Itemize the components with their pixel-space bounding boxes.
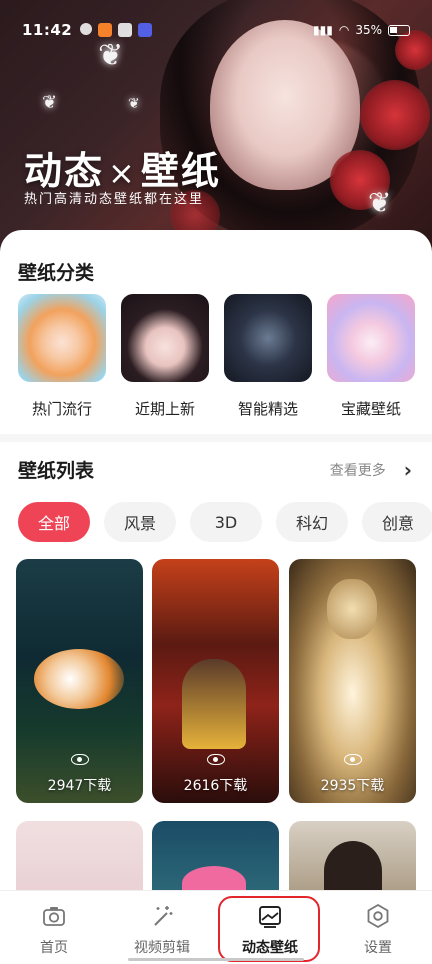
wallpaper-card[interactable]: 2947下载 — [16, 559, 143, 803]
notification-icons — [80, 23, 153, 37]
filter-chip-creative[interactable]: 创意 — [362, 502, 432, 542]
butterfly-icon: ❦ — [42, 92, 58, 113]
signal-icon: ▮▮▮ — [313, 23, 333, 37]
camera-icon — [43, 907, 65, 926]
nav-home[interactable]: 首页 — [0, 891, 108, 964]
category-label: 热门流行 — [31, 400, 92, 418]
download-count: 2935下载 — [320, 778, 385, 794]
category-label: 近期上新 — [134, 400, 195, 418]
category-thumb — [18, 294, 106, 382]
category-thumb — [224, 294, 312, 382]
eye-icon — [343, 754, 362, 765]
butterfly-icon: ❦ — [368, 186, 392, 219]
download-count: 2616下载 — [183, 778, 248, 794]
bottom-nav: 首页 视频剪辑 动态壁纸 设置 — [0, 890, 432, 964]
filter-chips: 全部 风景 3D 科幻 创意 — [18, 502, 432, 542]
chevron-right-icon: › — [403, 458, 412, 482]
status-right: ▮▮▮ ◠ 35% — [313, 23, 410, 37]
category-thumb — [327, 294, 415, 382]
category-new[interactable]: 近期上新 — [121, 294, 209, 419]
view-more-link[interactable]: 查看更多 › — [330, 458, 412, 482]
list-title: 壁纸列表 — [18, 460, 95, 482]
battery-percent: 35% — [355, 23, 382, 37]
wallpaper-card-partial[interactable] — [16, 821, 143, 901]
nav-label: 设置 — [364, 940, 392, 956]
butterfly-icon: ❦ — [128, 96, 140, 112]
category-treasure[interactable]: 宝藏壁纸 — [327, 294, 415, 419]
app-notification-icon — [138, 23, 153, 37]
hero-title-left: 动态 — [24, 149, 105, 193]
gear-icon — [367, 903, 389, 929]
mail-icon — [118, 23, 133, 37]
hero-subtitle: 热门高清动态壁纸都在这里 — [24, 192, 205, 207]
filter-chip-scifi[interactable]: 科幻 — [276, 502, 348, 542]
buddha-head — [327, 579, 377, 639]
category-label: 宝藏壁纸 — [340, 400, 401, 418]
status-bar: 11:42 ▮▮▮ ◠ 35% — [0, 0, 432, 46]
wallpaper-card-partial[interactable] — [152, 821, 279, 901]
app-notification-icon — [98, 23, 113, 37]
filter-chip-3d[interactable]: 3D — [190, 502, 262, 542]
nav-video-edit[interactable]: 视频剪辑 — [108, 891, 216, 964]
home-indicator — [128, 958, 304, 961]
nav-label: 视频剪辑 — [134, 940, 190, 956]
sync-icon — [80, 23, 93, 35]
categories-row: 热门流行 近期上新 智能精选 宝藏壁纸 — [0, 292, 432, 422]
wallpaper-card[interactable]: 2616下载 — [152, 559, 279, 803]
magic-wand-icon — [154, 906, 173, 926]
filter-chip-scenery[interactable]: 风景 — [104, 502, 176, 542]
status-time: 11:42 — [22, 21, 73, 39]
section-divider — [0, 434, 432, 442]
category-thumb — [121, 294, 209, 382]
category-picked[interactable]: 智能精选 — [224, 294, 312, 419]
hero-title-sep: × — [108, 154, 137, 192]
categories-title: 壁纸分类 — [18, 262, 95, 284]
eye-icon — [206, 754, 225, 765]
content-card: 壁纸分类 热门流行 近期上新 智能精选 宝藏壁纸 壁纸列表 查看更多 › 全部 … — [0, 230, 432, 901]
koi-fish — [34, 649, 124, 709]
wallpaper-card[interactable]: 2935下载 — [289, 559, 416, 803]
view-more-label: 查看更多 — [329, 463, 386, 479]
hero-title: 动态 × 壁纸 — [24, 140, 221, 195]
download-count: 2947下载 — [47, 778, 112, 794]
filter-chip-all[interactable]: 全部 — [18, 502, 90, 542]
eye-icon — [70, 754, 89, 765]
wallpaper-card-partial[interactable] — [289, 821, 416, 901]
rose-decoration — [360, 80, 430, 150]
player-figure — [182, 659, 246, 749]
active-tab-highlight-box — [218, 896, 320, 962]
battery-icon — [388, 24, 410, 36]
nav-label: 首页 — [40, 940, 68, 956]
hero-title-right: 壁纸 — [140, 149, 221, 193]
nav-settings[interactable]: 设置 — [324, 891, 432, 964]
category-label: 智能精选 — [237, 400, 298, 418]
wifi-icon: ◠ — [338, 23, 350, 37]
category-hot[interactable]: 热门流行 — [18, 294, 106, 419]
